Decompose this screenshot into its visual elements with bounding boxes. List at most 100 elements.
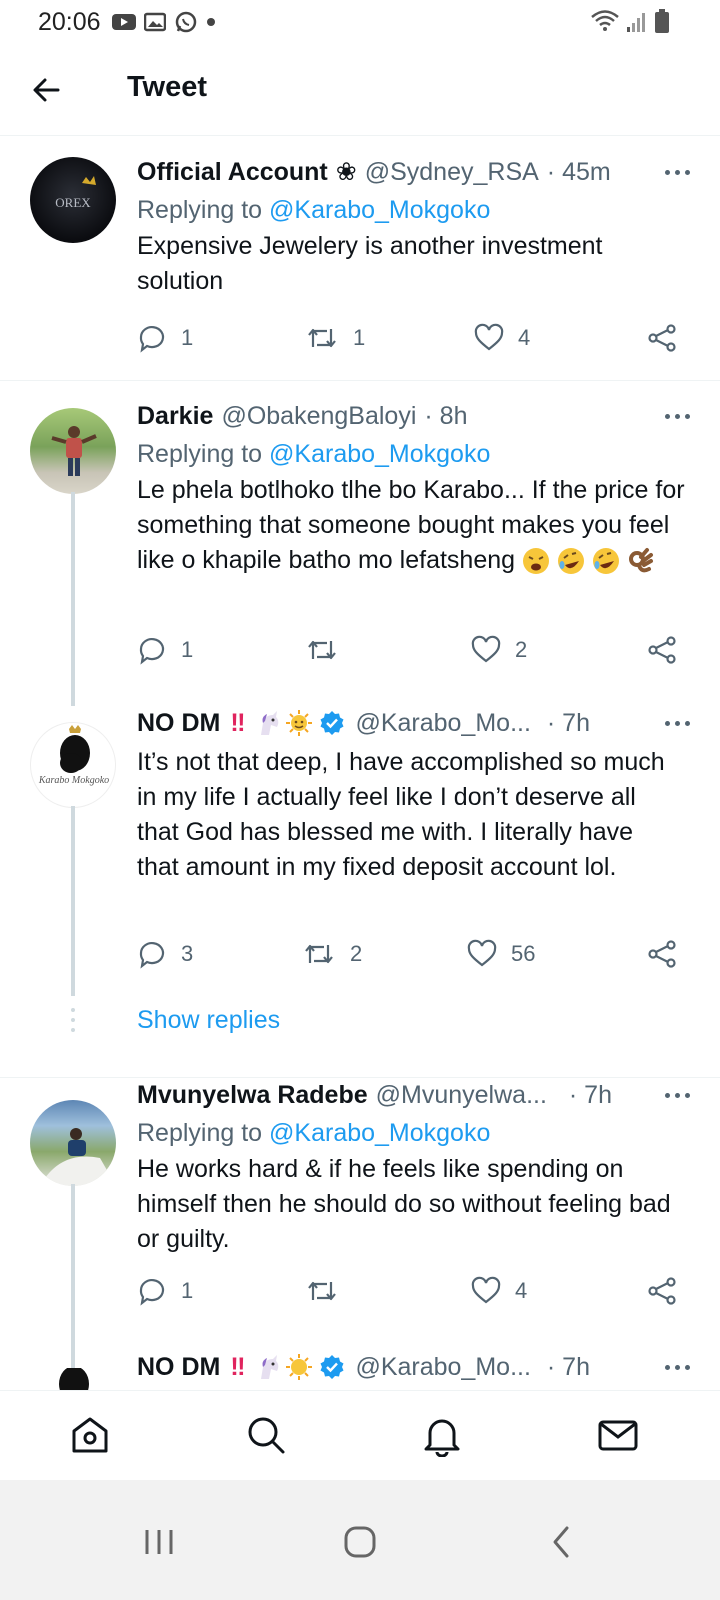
whatsapp-icon: [175, 11, 197, 33]
retweet-icon: [308, 640, 336, 660]
verified-badge-icon: [320, 711, 344, 735]
reply-button[interactable]: 1: [137, 635, 193, 665]
display-name[interactable]: Mvunyelwa Radebe: [137, 1081, 368, 1110]
tweet[interactable]: Karabo Mokgoko NO DM ‼ @Karabo_Mo... · 7…: [0, 706, 720, 1078]
back-arrow-icon[interactable]: [28, 72, 64, 108]
thread-dotted-line: [71, 1008, 75, 1038]
reply-icon: [139, 638, 165, 665]
retweet-icon: [308, 328, 336, 348]
display-name[interactable]: Darkie: [137, 402, 213, 431]
silhouette-logo: [59, 1368, 89, 1390]
home-button-icon[interactable]: [338, 1520, 382, 1564]
tweet-actions: 1 1 4: [137, 323, 692, 359]
avatar[interactable]: Karabo Mokgoko: [30, 722, 116, 808]
share-button[interactable]: [647, 939, 677, 969]
replying-to-handle[interactable]: @Karabo_Mokgoko: [269, 440, 490, 468]
display-name[interactable]: Official Account: [137, 158, 328, 187]
recent-apps-icon[interactable]: [137, 1520, 181, 1564]
double-exclamation-glyph: ‼: [230, 708, 246, 737]
user-handle[interactable]: @Sydney_RSA: [365, 158, 539, 187]
share-icon: [648, 1277, 676, 1305]
unicorn-emoji-icon: [261, 711, 279, 735]
show-replies-link[interactable]: Show replies: [137, 1006, 280, 1035]
tweet-actions: 1 4: [137, 1276, 692, 1312]
tweet-header: Darkie @ObakengBaloyi · 8h: [137, 399, 690, 433]
tweet-time: · 45m: [546, 157, 611, 186]
wifi-icon: [591, 10, 619, 31]
messages-icon[interactable]: [596, 1413, 640, 1457]
more-options-button[interactable]: [646, 155, 690, 189]
reply-button[interactable]: 1: [137, 1276, 193, 1306]
retweet-button[interactable]: [305, 1276, 353, 1306]
retweet-button[interactable]: 2: [302, 939, 362, 969]
youtube-icon: [112, 14, 136, 30]
svg-text:OREX: OREX: [55, 195, 91, 210]
more-options-button[interactable]: [646, 1078, 690, 1112]
more-options-button[interactable]: [646, 399, 690, 433]
reply-button[interactable]: 3: [137, 939, 193, 969]
status-bar: 20:06: [0, 0, 720, 44]
avatar[interactable]: [30, 1368, 116, 1390]
share-icon: [648, 940, 676, 968]
like-button[interactable]: 2: [471, 635, 527, 665]
tweet[interactable]: Darkie @ObakengBaloyi · 8h Replying to @…: [0, 381, 720, 706]
replying-to: Replying to @Karabo_Mokgoko: [137, 439, 690, 469]
like-count: 4: [515, 1278, 528, 1303]
avatar[interactable]: [30, 1100, 116, 1186]
tweet[interactable]: Mvunyelwa Radebe @Mvunyelwa... · 7h Repl…: [0, 1078, 720, 1368]
more-options-button[interactable]: [646, 706, 690, 740]
tweet-time: · 8h: [424, 401, 468, 430]
like-button[interactable]: 4: [471, 1276, 527, 1306]
share-button[interactable]: [647, 1276, 677, 1306]
tweet-actions: 3 2 56: [137, 939, 692, 975]
user-handle[interactable]: @Mvunyelwa...: [376, 1081, 547, 1110]
tweet-time: · 7h: [546, 1352, 590, 1381]
share-button[interactable]: [647, 323, 677, 353]
tweet-header: Official Account ❀ @Sydney_RSA · 45m: [137, 155, 690, 189]
sun-emoji-icon: [286, 710, 313, 736]
replying-to-handle[interactable]: @Karabo_Mokgoko: [269, 1119, 490, 1147]
more-options-button[interactable]: [646, 1350, 690, 1384]
reply-count: 3: [181, 941, 194, 966]
tweet-time: · 7h: [546, 708, 590, 737]
back-nav-icon[interactable]: [540, 1520, 584, 1564]
avatar[interactable]: [30, 408, 116, 494]
crown-icon: OREX: [55, 176, 96, 210]
reply-button[interactable]: 1: [137, 323, 193, 353]
person-photo: [51, 426, 97, 476]
weary-face-emoji-icon: [522, 548, 549, 575]
reply-icon: [139, 326, 165, 353]
silhouette-logo: Karabo Mokgoko: [38, 725, 109, 786]
reply-icon: [139, 942, 165, 969]
tweet[interactable]: OREX Official Account ❀ @Sydney_RSA · 45…: [0, 137, 720, 381]
retweet-button[interactable]: [305, 635, 353, 665]
avatar[interactable]: OREX: [30, 157, 116, 243]
like-button[interactable]: 56: [467, 939, 535, 969]
like-count: 2: [515, 637, 528, 662]
search-icon[interactable]: [244, 1413, 288, 1457]
name-flower-glyph: ❀: [335, 158, 357, 186]
bottom-navigation: [0, 1390, 720, 1480]
heart-icon: [467, 939, 497, 967]
reply-count: 1: [181, 637, 194, 662]
tweet-actions: 1 2: [137, 635, 692, 671]
tweet-text: It’s not that deep, I have accomplished …: [137, 748, 665, 881]
like-count: 4: [518, 325, 531, 350]
display-name[interactable]: NO DM: [137, 1353, 220, 1382]
home-icon[interactable]: [68, 1413, 112, 1457]
display-name[interactable]: NO DM: [137, 709, 220, 738]
user-handle[interactable]: @Karabo_Mo...: [355, 1353, 530, 1382]
notifications-icon[interactable]: [420, 1413, 464, 1457]
share-button[interactable]: [647, 635, 677, 665]
replying-to: Replying to @Karabo_Mokgoko: [137, 195, 690, 225]
retweet-count: 1: [353, 325, 366, 350]
user-handle[interactable]: @ObakengBaloyi: [221, 402, 416, 431]
retweet-button[interactable]: 1: [305, 323, 365, 353]
verified-badge-icon: [320, 1355, 344, 1379]
replying-to-handle[interactable]: @Karabo_Mokgoko: [269, 196, 490, 224]
reply-icon: [139, 1279, 165, 1306]
retweet-icon: [305, 944, 333, 964]
user-handle[interactable]: @Karabo_Mo...: [355, 709, 530, 738]
like-count: 56: [511, 941, 536, 966]
like-button[interactable]: 4: [474, 323, 530, 353]
